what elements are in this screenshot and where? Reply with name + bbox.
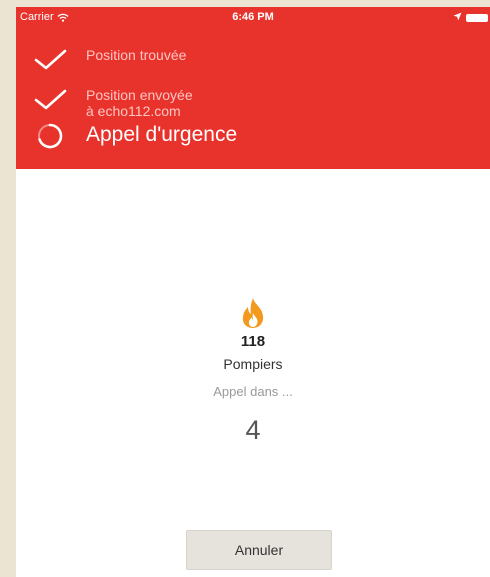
countdown-value: 4 — [245, 415, 261, 445]
step-position-sent: Position envoyée à echo112.com — [34, 87, 193, 119]
checkmark-icon — [34, 47, 68, 73]
status-icons — [453, 12, 488, 24]
status-header: Carrier 6:46 PM Position trouvée Positio… — [16, 7, 490, 169]
spinner-icon — [34, 123, 68, 149]
step-emergency-call: Appel d'urgence — [34, 123, 237, 149]
status-time: 6:46 PM — [232, 11, 274, 23]
fire-icon — [240, 297, 266, 329]
step-position-found: Position trouvée — [34, 47, 186, 73]
service-panel: 118 Pompiers Appel dans ... 4 — [16, 297, 490, 446]
phone-screen: Carrier 6:46 PM Position trouvée Positio… — [16, 7, 490, 577]
location-arrow-icon — [453, 12, 462, 24]
battery-icon — [466, 14, 488, 22]
step-label: Position envoyée à echo112.com — [86, 87, 193, 119]
service-name: Pompiers — [223, 356, 283, 372]
checkmark-icon — [34, 87, 68, 113]
service-number: 118 — [240, 333, 266, 350]
status-bar: Carrier 6:46 PM — [16, 7, 490, 29]
step-label: Position trouvée — [86, 47, 187, 63]
step-label: Appel d'urgence — [86, 123, 238, 146]
cancel-button[interactable]: Annuler — [186, 530, 332, 570]
call-in-label: Appel dans ... — [213, 384, 293, 399]
